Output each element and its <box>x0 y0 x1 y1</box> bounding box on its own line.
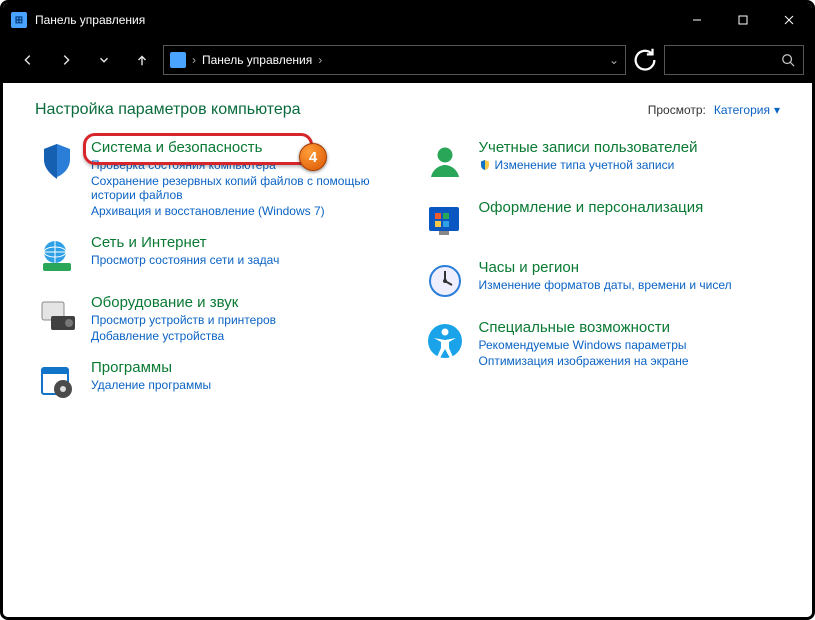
address-icon <box>170 52 186 68</box>
category-sublink[interactable]: Рекомендуемые Windows параметры <box>479 338 689 352</box>
control-panel-window: ⊞ Панель управления › Панель управления … <box>3 3 812 617</box>
category-ease-of-access: Специальные возможности Рекомендуемые Win… <box>423 319 781 368</box>
network-internet-icon <box>35 234 79 278</box>
ease-of-access-icon <box>423 319 467 363</box>
system-security-icon <box>35 139 79 183</box>
category-sublink[interactable]: Архивация и восстановление (Windows 7) <box>91 204 393 218</box>
category-sublink[interactable]: Удаление программы <box>91 378 211 392</box>
content-area: Настройка параметров компьютера Просмотр… <box>3 83 812 617</box>
category-title[interactable]: Специальные возможности <box>479 319 689 336</box>
appearance-icon <box>423 199 467 243</box>
category-sublink[interactable]: Сохранение резервных копий файлов с помо… <box>91 174 393 202</box>
category-programs: Программы Удаление программы <box>35 359 393 403</box>
category-title[interactable]: Оборудование и звук <box>91 294 276 311</box>
page-heading: Настройка параметров компьютера <box>35 101 301 119</box>
step-badge: 4 <box>299 143 327 171</box>
category-sublink[interactable]: Просмотр устройств и принтеров <box>91 313 276 327</box>
up-button[interactable] <box>125 43 159 77</box>
forward-button[interactable] <box>49 43 83 77</box>
chevron-right-icon: › <box>192 53 196 67</box>
close-button[interactable] <box>766 3 812 37</box>
category-sublink[interactable]: Оптимизация изображения на экране <box>479 354 689 368</box>
minimize-button[interactable] <box>674 3 720 37</box>
breadcrumb-root[interactable]: Панель управления <box>202 53 312 67</box>
programs-icon <box>35 359 79 403</box>
chevron-down-icon: ▾ <box>774 103 780 117</box>
maximize-button[interactable] <box>720 3 766 37</box>
view-by-dropdown[interactable]: Категория ▾ <box>714 103 780 117</box>
refresh-button[interactable] <box>630 45 660 75</box>
category-title[interactable]: Часы и регион <box>479 259 732 276</box>
titlebar: ⊞ Панель управления <box>3 3 812 37</box>
category-title[interactable]: Сеть и Интернет <box>91 234 279 251</box>
view-by: Просмотр: Категория ▾ <box>648 103 780 117</box>
category-title[interactable]: Система и безопасность <box>91 139 393 156</box>
category-clock-region: Часы и регион Изменение форматов даты, вр… <box>423 259 781 303</box>
category-network-internet: Сеть и Интернет Просмотр состояния сети и… <box>35 234 393 278</box>
category-sublink[interactable]: Изменение форматов даты, времени и чисел <box>479 278 732 292</box>
recent-locations-button[interactable] <box>87 43 121 77</box>
search-icon <box>781 53 795 67</box>
hardware-sound-icon <box>35 294 79 338</box>
category-sublink[interactable]: Изменение типа учетной записи <box>479 158 698 172</box>
search-box[interactable] <box>664 45 804 75</box>
category-hardware-sound: Оборудование и звук Просмотр устройств и … <box>35 294 393 343</box>
address-bar[interactable]: › Панель управления › ⌄ <box>163 45 626 75</box>
category-sublink[interactable]: Просмотр состояния сети и задач <box>91 253 279 267</box>
app-icon: ⊞ <box>11 12 27 28</box>
category-title[interactable]: Учетные записи пользователей <box>479 139 698 156</box>
user-accounts-icon <box>423 139 467 183</box>
chevron-right-icon: › <box>318 53 322 67</box>
category-title[interactable]: Оформление и персонализация <box>479 199 704 216</box>
navbar: › Панель управления › ⌄ <box>3 37 812 83</box>
category-appearance: Оформление и персонализация <box>423 199 781 243</box>
back-button[interactable] <box>11 43 45 77</box>
view-by-label: Просмотр: <box>648 103 706 117</box>
category-sublink[interactable]: Проверка состояния компьютера <box>91 158 393 172</box>
view-by-value: Категория <box>714 103 770 117</box>
chevron-down-icon[interactable]: ⌄ <box>609 53 619 67</box>
category-user-accounts: Учетные записи пользователей Изменение ти… <box>423 139 781 183</box>
window-title: Панель управления <box>35 13 674 27</box>
clock-region-icon <box>423 259 467 303</box>
category-system-security: Система и безопасность Проверка состояния… <box>35 139 393 218</box>
category-title[interactable]: Программы <box>91 359 211 376</box>
category-sublink[interactable]: Добавление устройства <box>91 329 276 343</box>
